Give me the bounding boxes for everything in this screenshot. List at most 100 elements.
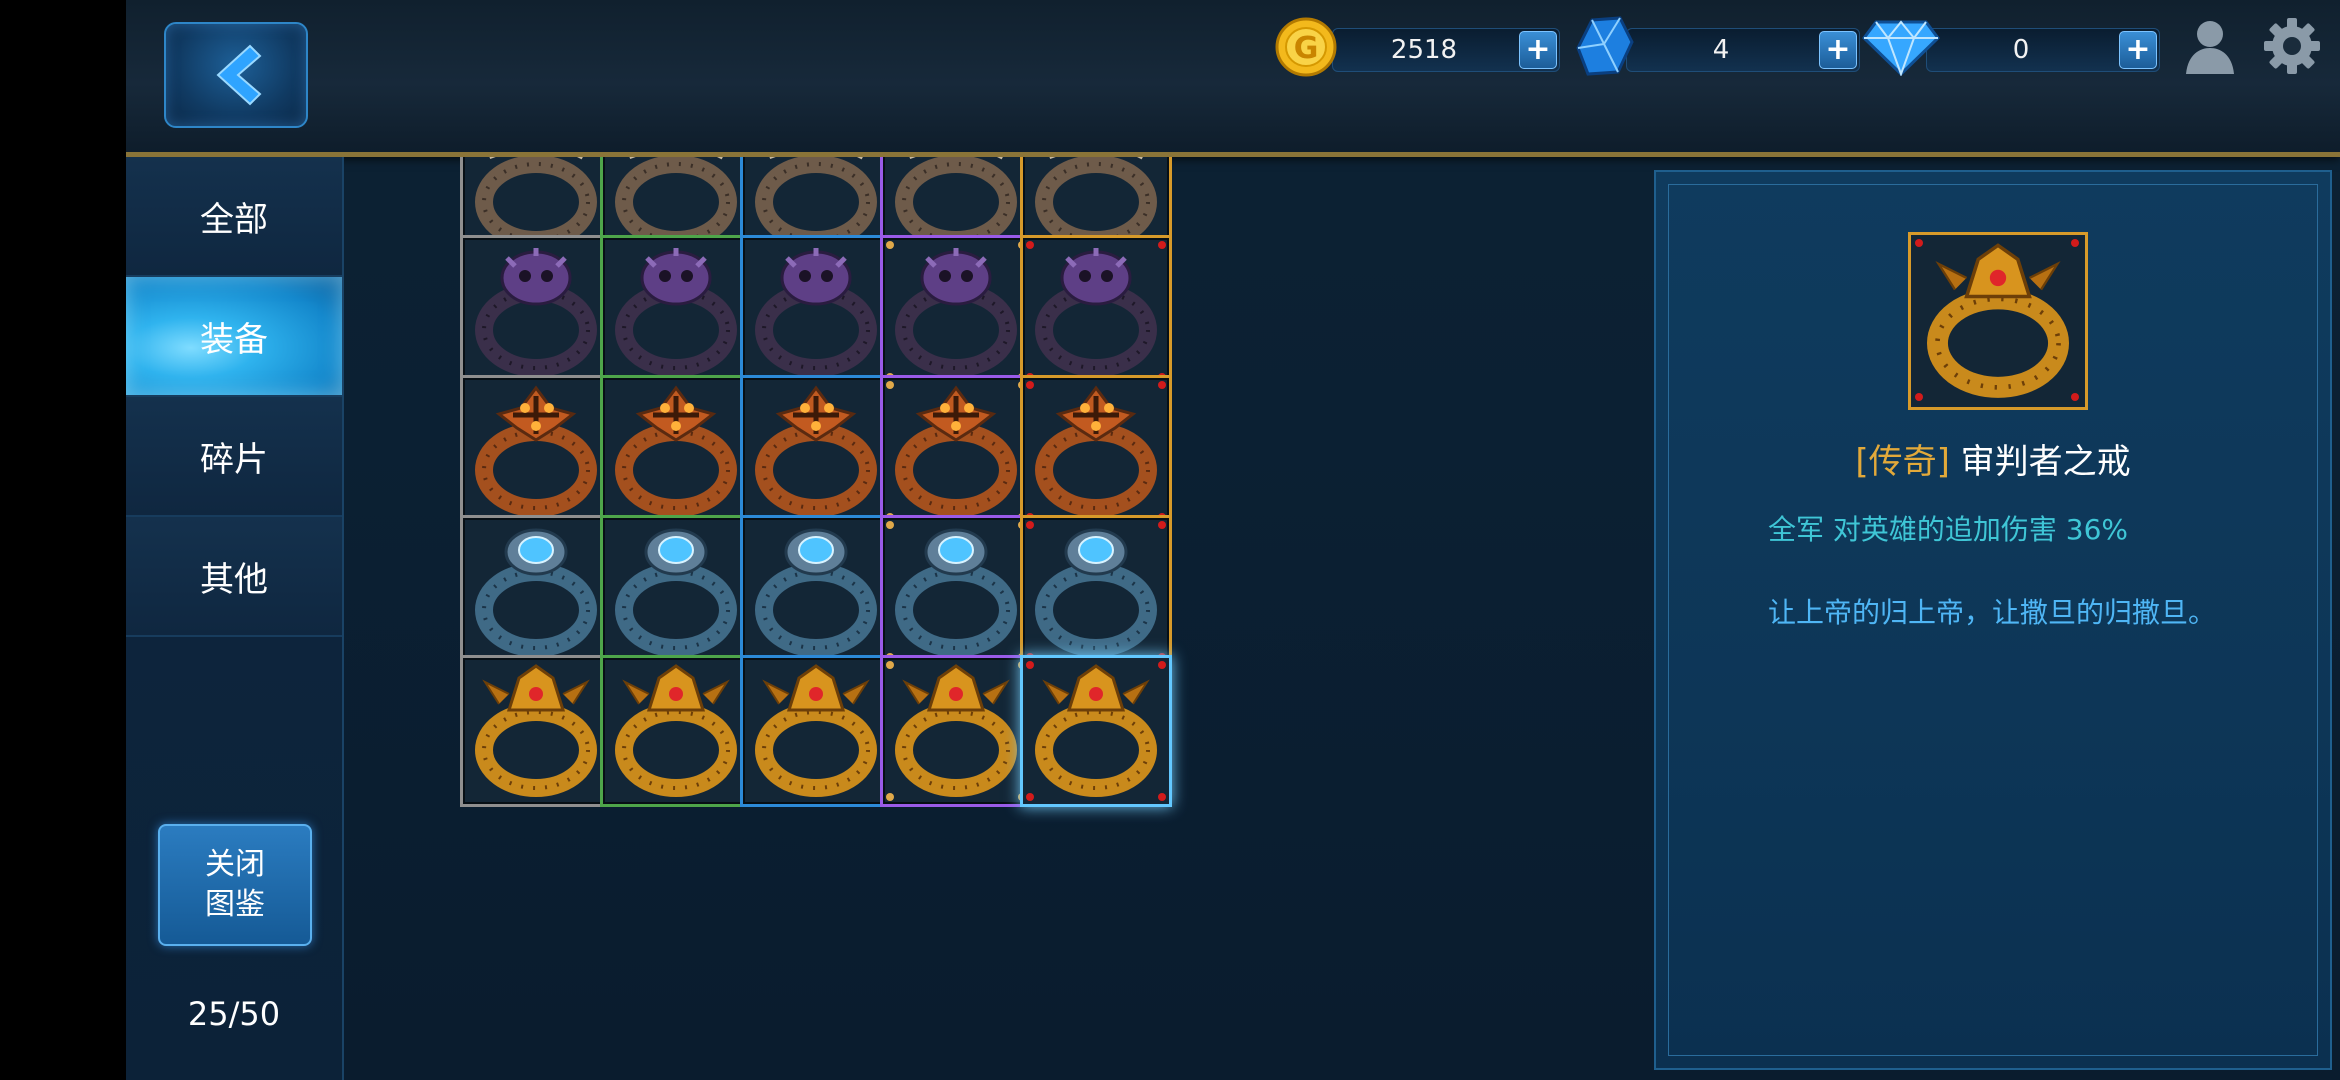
quality-corner-gem: [1026, 241, 1034, 249]
equipment-slot[interactable]: [460, 375, 612, 527]
equipment-slot[interactable]: [880, 375, 1032, 527]
quality-corner-gem: [2071, 239, 2079, 247]
close-codex-line1: 关闭: [205, 847, 265, 882]
equipment-slot[interactable]: [880, 655, 1032, 807]
collection-counter: 25/50: [187, 995, 281, 1033]
tab-fragments-label: 碎片: [200, 439, 268, 480]
crystal-value: 4: [1712, 35, 1730, 65]
quality-corner-gem: [886, 793, 894, 801]
detail-item-icon: [1908, 232, 2088, 410]
quality-corner-gem: [1026, 793, 1034, 801]
item-detail-panel: [传奇] 审判者之戒 全军 对英雄的追加伤害 36% 让上帝的归上帝，让撒旦的归…: [1654, 170, 2332, 1070]
equipment-slot[interactable]: [740, 515, 892, 667]
equipment-slot[interactable]: [1020, 375, 1172, 527]
quality-corner-gem: [886, 661, 894, 669]
quality-corner-gem: [1158, 793, 1166, 801]
equipment-slot[interactable]: [740, 375, 892, 527]
judge-ring-icon: [1035, 664, 1157, 797]
quality-corner-gem: [886, 521, 894, 529]
equipment-slot[interactable]: [460, 655, 612, 807]
judge-ring-icon: [1926, 243, 2070, 398]
equipment-grid[interactable]: [342, 157, 1782, 1080]
equipment-slot[interactable]: [880, 515, 1032, 667]
add-diamond-button[interactable]: +: [2119, 31, 2157, 69]
judge-ring-icon: [475, 664, 597, 797]
quality-corner-gem: [1158, 381, 1166, 389]
equipment-slot[interactable]: [600, 235, 752, 387]
dark-skull-ring-icon: [475, 248, 597, 377]
flame-cross-ring-icon: [1035, 385, 1157, 517]
sapphire-ring-icon: [615, 528, 737, 657]
quality-corner-gem: [2071, 393, 2079, 401]
equipment-slot[interactable]: [880, 235, 1032, 387]
diamond-value: 0: [2012, 35, 2030, 65]
equipment-slot[interactable]: [1020, 235, 1172, 387]
diamond-icon: [1862, 20, 1940, 76]
detail-stat: 全军 对英雄的追加伤害 36%: [1768, 513, 2129, 546]
quality-corner-gem: [1026, 521, 1034, 529]
quality-corner-gem: [1158, 241, 1166, 249]
diamond-counter: 0 +: [1926, 28, 2160, 72]
quality-corner-gem: [886, 241, 894, 249]
equipment-slot[interactable]: [600, 375, 752, 527]
equipment-slot[interactable]: [1020, 655, 1172, 807]
quality-corner-gem: [1026, 661, 1034, 669]
sapphire-ring-icon: [895, 528, 1017, 657]
gold-counter: 2518 +: [1332, 28, 1560, 72]
flame-cross-ring-icon: [615, 385, 737, 517]
tab-all[interactable]: 全部: [126, 157, 342, 277]
equipment-slot[interactable]: [460, 515, 612, 667]
sapphire-ring-icon: [1035, 528, 1157, 657]
gold-value: 2518: [1390, 35, 1458, 65]
game-screen: 2518 + G 4 + 0 + 全部 装备 碎片 其他 关闭 图鉴 25/50…: [126, 0, 2340, 1080]
quality-corner-gem: [886, 381, 894, 389]
close-codex-button[interactable]: 关闭 图鉴: [158, 824, 312, 946]
add-crystal-button[interactable]: +: [1819, 31, 1857, 69]
equipment-slot[interactable]: [1020, 515, 1172, 667]
dark-skull-ring-icon: [895, 248, 1017, 377]
flame-cross-ring-icon: [895, 385, 1017, 517]
quality-corner-gem: [1915, 239, 1923, 247]
sapphire-ring-icon: [475, 528, 597, 657]
equipment-slot[interactable]: [740, 235, 892, 387]
tab-fragments[interactable]: 碎片: [126, 397, 342, 517]
category-sidebar: 全部 装备 碎片 其他 关闭 图鉴 25/50: [126, 157, 344, 1080]
profile-icon[interactable]: [2182, 18, 2238, 76]
tab-all-label: 全部: [200, 199, 268, 240]
equipment-slot[interactable]: [600, 655, 752, 807]
equipment-slot[interactable]: [460, 235, 612, 387]
dark-skull-ring-icon: [755, 248, 877, 377]
detail-rarity: [传奇]: [1855, 442, 1950, 482]
close-codex-line2: 图鉴: [205, 887, 265, 922]
tab-other[interactable]: 其他: [126, 517, 342, 637]
quality-corner-gem: [1915, 393, 1923, 401]
flame-cross-ring-icon: [475, 385, 597, 517]
flame-cross-ring-icon: [755, 385, 877, 517]
crystal-counter: 4 +: [1626, 28, 1860, 72]
quality-corner-gem: [1158, 661, 1166, 669]
equipment-slot[interactable]: [600, 515, 752, 667]
dark-skull-ring-icon: [615, 248, 737, 377]
back-button[interactable]: [164, 22, 308, 128]
detail-item-name: [传奇] 审判者之戒: [1656, 434, 2330, 483]
judge-ring-icon: [755, 664, 877, 797]
blue-crystal-icon: [1576, 16, 1634, 76]
quality-corner-gem: [1158, 521, 1166, 529]
tab-equipment[interactable]: 装备: [126, 277, 342, 397]
quality-corner-gem: [1026, 381, 1034, 389]
tab-other-label: 其他: [200, 559, 268, 600]
add-gold-button[interactable]: +: [1519, 31, 1557, 69]
tab-equipment-label: 装备: [200, 319, 268, 360]
detail-description: 让上帝的归上帝，让撒旦的归撒旦。: [1768, 596, 2217, 629]
judge-ring-icon: [895, 664, 1017, 797]
back-arrow-icon: [216, 44, 262, 106]
gold-coin-icon: G: [1275, 17, 1337, 77]
equipment-slot[interactable]: [740, 655, 892, 807]
settings-gear-icon[interactable]: [2262, 16, 2322, 76]
detail-title: 审判者之戒: [1960, 442, 2131, 482]
sapphire-ring-icon: [755, 528, 877, 657]
dark-skull-ring-icon: [1035, 248, 1157, 377]
judge-ring-icon: [615, 664, 737, 797]
top-bar: 2518 + G 4 + 0 +: [126, 0, 2340, 157]
svg-text:G: G: [1294, 31, 1319, 66]
